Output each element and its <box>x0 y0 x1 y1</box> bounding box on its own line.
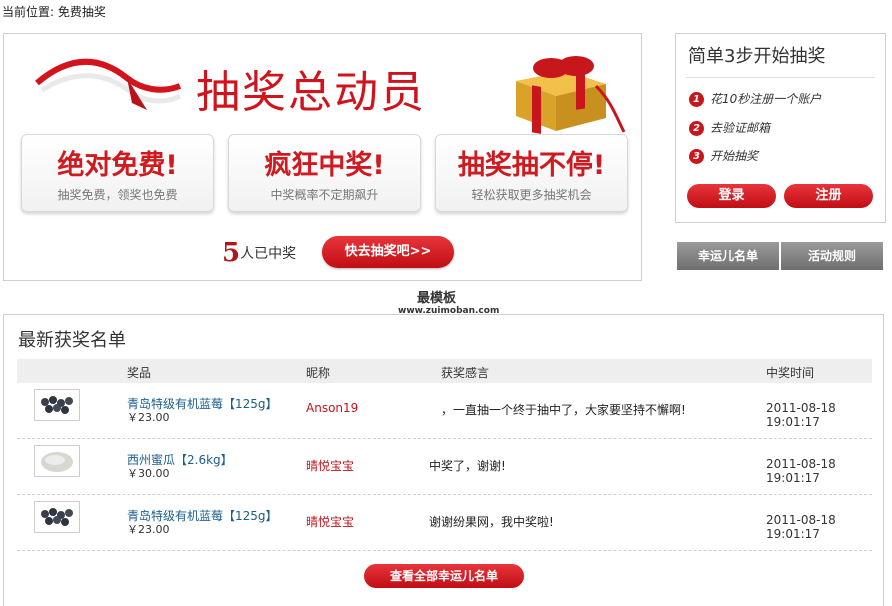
column-header: 昵称 <box>306 366 331 380</box>
view-all-winners-button[interactable]: 查看全部幸运儿名单 <box>364 564 524 588</box>
card-title: 疯狂中奖! <box>264 150 385 181</box>
card-subtitle: 轻松获取更多抽奖机会 <box>471 188 592 202</box>
step-number-icon: 3 <box>689 149 704 164</box>
winner-counter: 5人已中奖 <box>222 238 296 268</box>
step-item: 1 花10秒注册一个账户 <box>689 90 821 107</box>
breadcrumb: 当前位置: 免费抽奖 <box>2 5 106 19</box>
go-draw-button[interactable]: 快去抽奖吧>> <box>322 236 454 268</box>
card-title: 抽奖抽不停! <box>457 150 606 181</box>
table-row: 青岛特级有机蓝莓【125g】 ￥23.00 晴悦宝宝 谢谢纷果网，我中奖啦! 2… <box>17 495 872 551</box>
win-time: 2011-08-18 19:01:17 <box>766 457 836 485</box>
feature-card-nonstop: 抽奖抽不停! 轻松获取更多抽奖机会 <box>435 134 628 212</box>
card-title: 绝对免费! <box>57 150 178 181</box>
winners-list-panel: 最新获奖名单 奖品 昵称 获奖感言 中奖时间 青岛特级有机蓝莓【125g】 ￥2… <box>3 314 884 606</box>
blueberry-thumbnail[interactable] <box>34 389 80 421</box>
column-header: 奖品 <box>127 366 152 380</box>
prize-price: ￥23.00 <box>127 523 170 536</box>
nickname: 晴悦宝宝 <box>306 515 355 529</box>
prize-price: ￥23.00 <box>127 411 170 424</box>
table-header: 奖品 昵称 获奖感言 中奖时间 <box>17 359 872 383</box>
divider <box>686 77 875 78</box>
step-number-icon: 2 <box>689 121 704 136</box>
banner-title: 抽奖总动员 <box>196 67 426 118</box>
feature-card-free: 绝对免费! 抽奖免费，领奖也免费 <box>21 134 214 212</box>
prize-price: ￥30.00 <box>127 467 170 480</box>
tab-lucky-list[interactable]: 幸运儿名单 <box>677 242 779 270</box>
step-item: 3 开始抽奖 <box>689 147 758 164</box>
step-text: 去验证邮箱 <box>710 121 771 135</box>
melon-thumbnail[interactable] <box>34 445 80 477</box>
win-time: 2011-08-18 19:01:17 <box>766 401 836 429</box>
watermark-name: 最模板 <box>417 291 457 306</box>
blueberry-thumbnail[interactable] <box>34 501 80 533</box>
steps-title: 简单3步开始抽奖 <box>688 46 826 67</box>
table-row: 西州蜜瓜【2.6kg】 ￥30.00 晴悦宝宝 中奖了，谢谢! 2011-08-… <box>17 439 872 495</box>
nickname: 晴悦宝宝 <box>306 459 355 473</box>
winner-count: 5 <box>222 238 241 268</box>
step-text: 开始抽奖 <box>710 149 759 163</box>
card-subtitle: 抽奖免费，领奖也免费 <box>57 188 178 202</box>
tab-bar: 幸运儿名单 活动规则 <box>677 242 883 270</box>
step-text: 花10秒注册一个账户 <box>710 92 822 106</box>
win-time: 2011-08-18 19:01:17 <box>766 513 836 541</box>
ribbon-graphic <box>35 58 182 110</box>
promo-banner: 抽奖总动员 绝对免费! 抽奖免费，领奖也免费 疯狂中奖! 中奖概率不定期飙升 抽… <box>3 33 642 281</box>
column-header: 中奖时间 <box>766 366 815 380</box>
register-button[interactable]: 注册 <box>784 184 873 208</box>
tab-rules[interactable]: 活动规则 <box>781 242 883 270</box>
winner-message: ，一直抽一个终于抽中了，大家要坚持不懈啊! <box>441 403 686 417</box>
winner-message: 中奖了，谢谢! <box>429 459 506 473</box>
table-row: 青岛特级有机蓝莓【125g】 ￥23.00 Anson19 ，一直抽一个终于抽中… <box>17 383 872 439</box>
steps-panel: 简单3步开始抽奖 1 花10秒注册一个账户 2 去验证邮箱 3 开始抽奖 登录 注册 <box>675 33 886 223</box>
nickname: Anson19 <box>306 401 359 415</box>
step-item: 2 去验证邮箱 <box>689 119 770 136</box>
login-button[interactable]: 登录 <box>687 184 776 208</box>
card-subtitle: 中奖概率不定期飙升 <box>270 188 379 202</box>
gift-box-icon <box>516 56 626 134</box>
winner-suffix: 人已中奖 <box>240 246 297 262</box>
winner-message: 谢谢纷果网，我中奖啦! <box>429 515 554 529</box>
step-number-icon: 1 <box>689 92 704 107</box>
column-header: 获奖感言 <box>441 366 490 380</box>
feature-card-crazy: 疯狂中奖! 中奖概率不定期飙升 <box>228 134 421 212</box>
list-title: 最新获奖名单 <box>18 330 126 351</box>
